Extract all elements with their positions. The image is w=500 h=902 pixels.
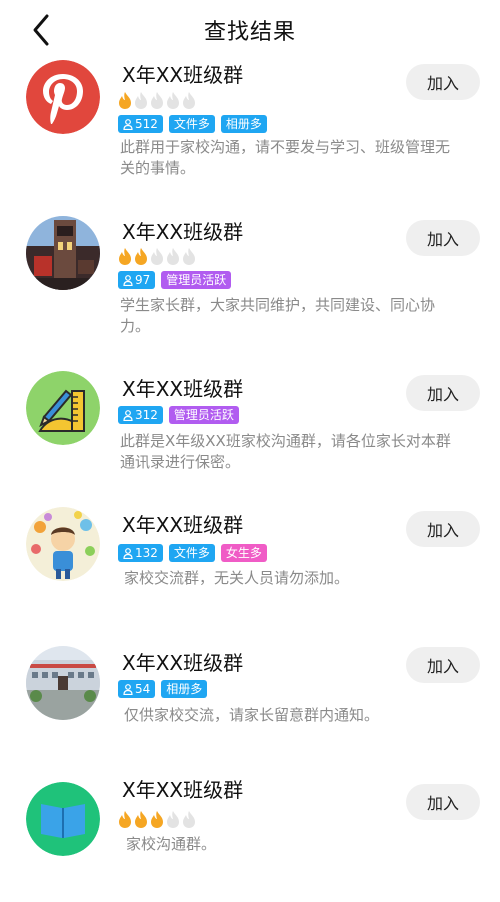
flame-icon [135,248,147,265]
user-icon [123,409,133,421]
group-name: X年XX班级群 [122,778,244,802]
group-result-item[interactable]: X年XX班级群 512 文件多 相册多 此群用于家校沟通，请不要发与学习、班级管… [0,55,500,195]
flame-icon [183,248,195,265]
tag-row: 97 管理员活跃 [118,271,232,289]
group-result-item[interactable]: X年XX班级群 家校沟通群。 加入 [0,762,500,902]
page-title: 查找结果 [203,20,296,45]
pinterest-logo-avatar [26,60,100,134]
group-name: X年XX班级群 [122,513,244,537]
tag: 管理员活跃 [168,406,239,424]
user-icon [123,683,133,695]
tag-row: 312 管理员活跃 [118,406,239,424]
tag: 管理员活跃 [161,271,232,289]
flame-icon [183,811,195,828]
group-name: X年XX班级群 [122,651,244,675]
group-description: 学生家长群，大家共同维护，共同建设、同心协力。 [120,296,436,335]
join-button[interactable]: 加入 [406,784,480,820]
book-icon-avatar [26,782,100,856]
user-icon [123,118,133,130]
tag: 文件多 [168,115,215,133]
group-result-item[interactable]: X年XX班级群 312 管理员活跃 此群是X年级XX班家校沟通群，请各位家长对本… [0,360,500,500]
activity-rating [118,810,196,828]
group-description: 家校交流群，无关人员请勿添加。 [124,569,350,587]
member-count-tag: 512 [118,115,163,133]
member-count-tag: 97 [118,271,156,289]
tag: 文件多 [168,544,215,562]
tag-row: 132 文件多 女生多 [118,544,267,562]
flame-icon [135,92,147,109]
flame-icon [135,811,147,828]
flame-icon [151,92,163,109]
tag: 相册多 [161,680,208,698]
join-button[interactable]: 加入 [406,375,480,411]
join-button[interactable]: 加入 [406,220,480,256]
flame-icon [151,811,163,828]
user-icon [123,274,133,286]
flame-icon [167,811,179,828]
join-button[interactable]: 加入 [406,647,480,683]
join-button[interactable]: 加入 [406,511,480,547]
group-name: X年XX班级群 [122,220,244,244]
flame-icon [119,92,131,109]
member-count-tag: 54 [118,680,156,698]
header-bar: 查找结果 [0,0,500,60]
flame-icon [167,92,179,109]
activity-rating [118,247,196,265]
group-result-item[interactable]: X年XX班级群 54 相册多 仅供家校交流，请家长留意群内通知。 加入 [0,635,500,775]
group-result-item[interactable]: X年XX班级群 132 文件多 女生多 家校交流群，无关人员请勿添加。 加入 [0,497,500,637]
flame-icon [151,248,163,265]
boy-cartoon-avatar [26,507,100,581]
activity-rating [118,91,196,109]
flame-icon [167,248,179,265]
tower-photo-avatar [26,216,100,290]
group-name: X年XX班级群 [122,377,244,401]
group-name: X年XX班级群 [122,63,244,87]
tag: 相册多 [220,115,267,133]
ruler-pencil-avatar [26,371,100,445]
flame-icon [119,248,131,265]
tag-row: 54 相册多 [118,680,208,698]
join-button[interactable]: 加入 [406,64,480,100]
group-result-item[interactable]: X年XX班级群 97 管理员活跃 学生家长群，大家共同维护，共同建设、同心协力。… [0,205,500,345]
flame-icon [183,92,195,109]
group-description: 仅供家校交流，请家长留意群内通知。 [124,706,380,724]
school-building-avatar [26,646,100,720]
group-description: 此群用于家校沟通，请不要发与学习、班级管理无关的事情。 [120,138,451,177]
user-icon [123,547,133,559]
group-description: 此群是X年级XX班家校沟通群，请各位家长对本群通讯录进行保密。 [120,432,451,471]
group-description: 家校沟通群。 [126,835,217,853]
member-count-tag: 312 [118,406,163,424]
tag: 女生多 [220,544,267,562]
tag-row: 512 文件多 相册多 [118,115,267,133]
flame-icon [119,811,131,828]
member-count-tag: 132 [118,544,163,562]
